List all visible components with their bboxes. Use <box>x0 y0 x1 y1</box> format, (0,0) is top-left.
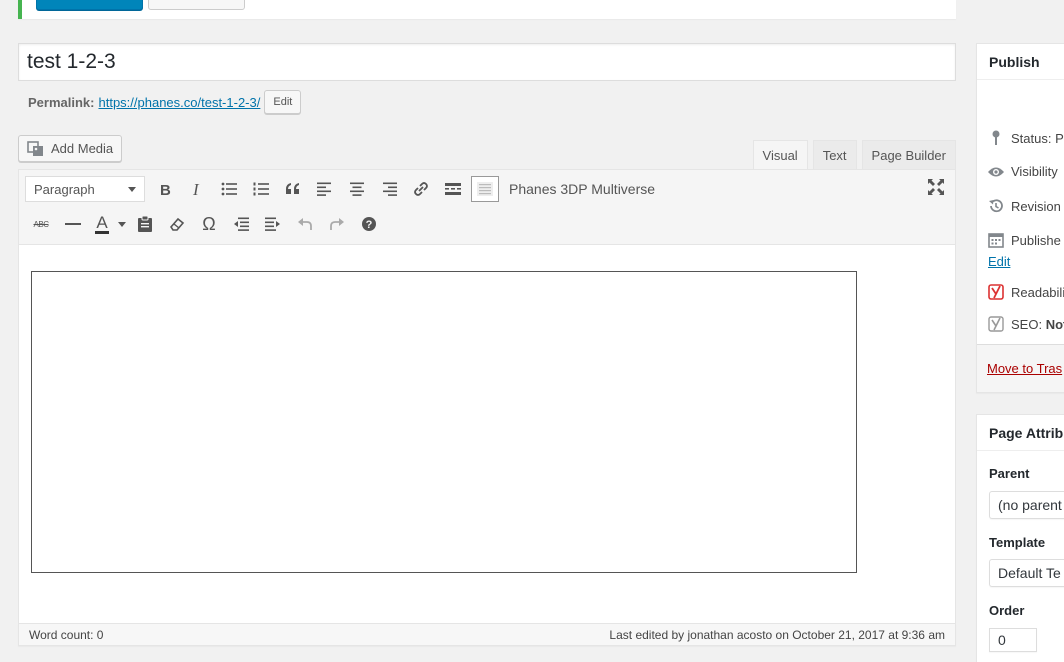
primary-action-button[interactable] <box>36 0 143 10</box>
format-select-value: Paragraph <box>34 181 95 197</box>
status-label: Status: P <box>1011 130 1064 146</box>
editor-status-bar: Word count: 0 Last edited by jonathan ac… <box>18 624 956 646</box>
text-color-icon[interactable]: A <box>89 210 115 238</box>
permalink-link[interactable]: https://phanes.co/test-1-2-3/ <box>98 95 260 110</box>
move-to-trash-link[interactable]: Move to Tras <box>987 361 1062 376</box>
tab-text[interactable]: Text <box>812 140 857 169</box>
last-edited: Last edited by jonathan acosto on Octobe… <box>609 627 945 642</box>
template-label: Template <box>989 535 1046 550</box>
visibility-row: Visibility <box>987 164 1058 179</box>
link-icon[interactable] <box>405 175 437 203</box>
seo-label: SEO: <box>1011 316 1046 332</box>
status-row: Status: P <box>987 130 1064 146</box>
bold-icon[interactable]: B <box>149 175 181 203</box>
published-edit-link[interactable]: Edit <box>988 254 1010 269</box>
text-color-glyph: A <box>95 213 109 234</box>
editor-toolbar: Paragraph B I Phanes 3DP Multiverse ABC … <box>19 170 955 245</box>
svg-text:?: ? <box>366 219 373 231</box>
toolbar-toggle-icon[interactable] <box>471 176 499 202</box>
readability-label: Readabili <box>1011 284 1064 300</box>
media-icon <box>27 140 43 156</box>
editor-content-area[interactable] <box>19 245 955 607</box>
text-color-dropdown[interactable] <box>115 210 129 238</box>
bullet-list-icon[interactable] <box>213 175 245 203</box>
svg-text:I: I <box>192 181 200 197</box>
calendar-icon <box>987 232 1005 248</box>
indent-icon[interactable] <box>257 210 289 238</box>
post-title-input[interactable]: test 1-2-3 <box>18 43 956 81</box>
yoast-seo-icon <box>987 316 1005 332</box>
read-more-icon[interactable] <box>437 175 469 203</box>
publish-actions: Move to Tras <box>977 344 1064 392</box>
paste-text-icon[interactable] <box>129 210 161 238</box>
seo-value: Not <box>1045 316 1064 332</box>
editor-tabs: Visual Text Page Builder <box>752 140 956 169</box>
seo-row: SEO: Not <box>987 316 1064 332</box>
add-media-label: Add Media <box>51 141 114 156</box>
page-attributes-title: Page Attrib <box>977 415 1064 451</box>
strike-glyph: ABC <box>33 219 49 229</box>
format-select[interactable]: Paragraph <box>25 176 145 202</box>
order-input[interactable]: 0 <box>989 628 1037 652</box>
permalink-edit-button[interactable]: Edit <box>264 90 302 114</box>
published-row: Publishe <box>987 232 1061 248</box>
align-center-icon[interactable] <box>341 175 373 203</box>
chevron-down-icon <box>128 186 136 192</box>
omega-glyph: Ω <box>202 213 216 234</box>
readability-row: Readabili <box>987 284 1064 300</box>
clear-formatting-icon[interactable] <box>161 210 193 238</box>
horizontal-line-icon[interactable] <box>57 210 89 238</box>
svg-text:B: B <box>160 182 171 197</box>
permalink-label: Permalink: <box>28 94 95 110</box>
eye-icon <box>987 166 1005 178</box>
content-editor: Paragraph B I Phanes 3DP Multiverse ABC … <box>18 169 956 624</box>
order-label: Order <box>989 603 1025 618</box>
publish-box-title: Publish <box>977 44 1064 80</box>
help-icon[interactable]: ? <box>353 210 385 238</box>
yoast-readability-icon <box>987 284 1005 300</box>
redo-icon[interactable] <box>321 210 353 238</box>
special-character-icon[interactable]: Ω <box>193 210 225 238</box>
secondary-action-button[interactable] <box>148 0 245 10</box>
page-attributes-box: Page Attrib Parent (no parent Template D… <box>976 414 1064 662</box>
visibility-label: Visibility <box>1011 164 1058 179</box>
add-media-button[interactable]: Add Media <box>18 135 123 162</box>
revisions-label: Revision <box>1011 198 1061 214</box>
tab-page-builder[interactable]: Page Builder <box>861 140 956 169</box>
revisions-row: Revision <box>987 198 1061 214</box>
parent-select[interactable]: (no parent <box>989 491 1064 519</box>
publish-box: Publish Status: P Visibility Revision Pu… <box>976 43 1064 393</box>
chevron-down-icon <box>118 221 126 227</box>
outdent-icon[interactable] <box>225 210 257 238</box>
fullscreen-icon[interactable] <box>927 178 947 198</box>
align-right-icon[interactable] <box>373 175 405 203</box>
update-notice <box>18 0 956 19</box>
word-count: Word count: 0 <box>29 627 104 642</box>
plugin-shortcode-button[interactable]: Phanes 3DP Multiverse <box>509 181 655 197</box>
italic-icon[interactable]: I <box>181 175 213 203</box>
parent-label: Parent <box>989 466 1030 481</box>
tab-visual[interactable]: Visual <box>752 140 808 169</box>
numbered-list-icon[interactable] <box>245 175 277 203</box>
template-select[interactable]: Default Te <box>989 559 1064 587</box>
pin-icon <box>987 130 1005 146</box>
permalink-row: Permalink: https://phanes.co/test-1-2-3/… <box>28 90 302 114</box>
history-icon <box>987 198 1005 214</box>
undo-icon[interactable] <box>289 210 321 238</box>
editor-embedded-block[interactable] <box>31 271 857 573</box>
published-label: Publishe <box>1011 232 1061 248</box>
align-left-icon[interactable] <box>309 175 341 203</box>
strikethrough-icon[interactable]: ABC <box>25 210 57 238</box>
blockquote-icon[interactable] <box>277 175 309 203</box>
